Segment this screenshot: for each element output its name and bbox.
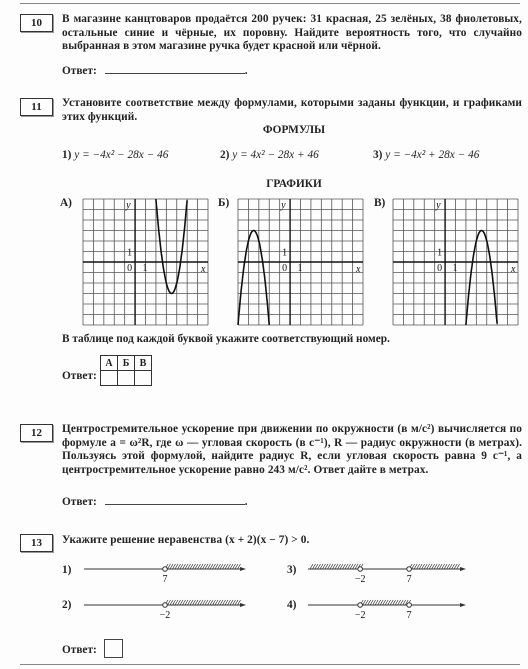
formula-3: 3) y = −4x² + 28x − 46 <box>373 149 480 161</box>
point-label: −2 <box>355 574 366 585</box>
y-unit-label: 1 <box>282 248 287 259</box>
number-line-option-3[interactable]: −2 7 <box>308 560 466 586</box>
x-axis-label: x <box>355 264 361 275</box>
graph-a: yx0 11 <box>82 198 209 326</box>
answer-cell-a[interactable] <box>100 370 118 386</box>
task-number: 12 <box>20 424 53 442</box>
number-line-option-4[interactable]: −2 7 <box>308 596 466 622</box>
open-point <box>357 602 363 608</box>
arrow-icon <box>240 603 246 607</box>
answer-box[interactable] <box>104 639 123 658</box>
open-point <box>406 566 412 572</box>
point-label: −2 <box>160 610 171 621</box>
task-number: 10 <box>20 14 53 32</box>
answer-cell-b[interactable] <box>117 370 135 386</box>
formula-2: 2) y = 4x² − 28x + 46 <box>220 149 319 161</box>
y-axis-label: y <box>280 200 286 211</box>
answer-label: Ответ: <box>62 496 97 508</box>
open-point <box>406 602 412 608</box>
origin-label: 0 <box>282 263 287 274</box>
arrow-icon <box>240 567 246 571</box>
answer-label: Ответ: <box>62 370 97 382</box>
option-number: 2) <box>62 599 72 611</box>
header-a: А <box>100 355 118 371</box>
graphs-title: ГРАФИКИ <box>266 178 322 190</box>
graph-label: А) <box>60 197 72 209</box>
parabola-curve <box>237 229 271 326</box>
task-text: Центростремительное ускорение при движен… <box>62 423 522 476</box>
y-axis-label: y <box>125 200 131 211</box>
header-b: Б <box>117 355 135 371</box>
option-number: 4) <box>287 599 297 611</box>
table-hint: В таблице под каждой буквой укажите соот… <box>62 333 390 345</box>
open-point <box>162 566 168 572</box>
parabola-curve <box>465 229 498 326</box>
graph-label: В) <box>374 197 386 209</box>
number-line-option-1[interactable]: 7 <box>84 560 246 586</box>
task-number: 11 <box>20 98 53 116</box>
top-divider <box>20 3 520 4</box>
point-label: −2 <box>355 610 366 621</box>
point-label: 7 <box>407 610 412 621</box>
y-axis-label: y <box>435 200 441 211</box>
point-label: 7 <box>407 574 412 585</box>
origin-label: 0 <box>127 263 132 274</box>
task-number: 13 <box>20 534 53 552</box>
arrow-icon <box>460 603 466 607</box>
open-point <box>162 602 168 608</box>
y-unit-label: 1 <box>127 248 132 259</box>
x-unit-label: 1 <box>298 263 303 274</box>
task-text: В магазине канцтоваров продаётся 200 руч… <box>62 13 522 52</box>
arrow-icon <box>460 567 466 571</box>
number-line-option-2[interactable]: −2 <box>84 596 246 622</box>
answer-field[interactable]: Ответ:. <box>62 63 248 77</box>
y-unit-label: 1 <box>437 248 442 259</box>
point-label: 7 <box>163 574 168 585</box>
bottom-divider <box>20 664 520 665</box>
graph-v: yx0 11 <box>392 198 519 326</box>
origin-label: 0 <box>437 263 442 274</box>
answer-table: АБВ <box>100 355 152 386</box>
answer-label: Ответ: <box>62 644 97 656</box>
answer-field[interactable]: Ответ:. <box>62 494 248 508</box>
open-point <box>357 566 363 572</box>
exam-page: 10 В магазине канцтоваров продаётся 200 … <box>0 0 528 669</box>
x-axis-label: x <box>200 264 206 275</box>
task-text: Установите соответствие между формулами,… <box>62 97 522 123</box>
x-axis-label: x <box>510 264 516 275</box>
formulas-title: ФОРМУЛЫ <box>262 124 326 136</box>
x-unit-label: 1 <box>453 263 458 274</box>
graph-label: Б) <box>218 197 230 209</box>
answer-label: Ответ: <box>62 65 97 77</box>
option-number: 1) <box>62 564 72 576</box>
x-unit-label: 1 <box>143 263 148 274</box>
header-v: В <box>134 355 152 371</box>
parabola-curve <box>155 198 188 295</box>
graph-b: yx0 11 <box>237 198 364 326</box>
answer-cell-v[interactable] <box>134 370 152 386</box>
option-number: 3) <box>287 564 297 576</box>
formula-1: 1) y = −4x² − 28x − 46 <box>62 149 169 161</box>
task-text: Укажите решение неравенства (x + 2)(x − … <box>62 534 310 546</box>
